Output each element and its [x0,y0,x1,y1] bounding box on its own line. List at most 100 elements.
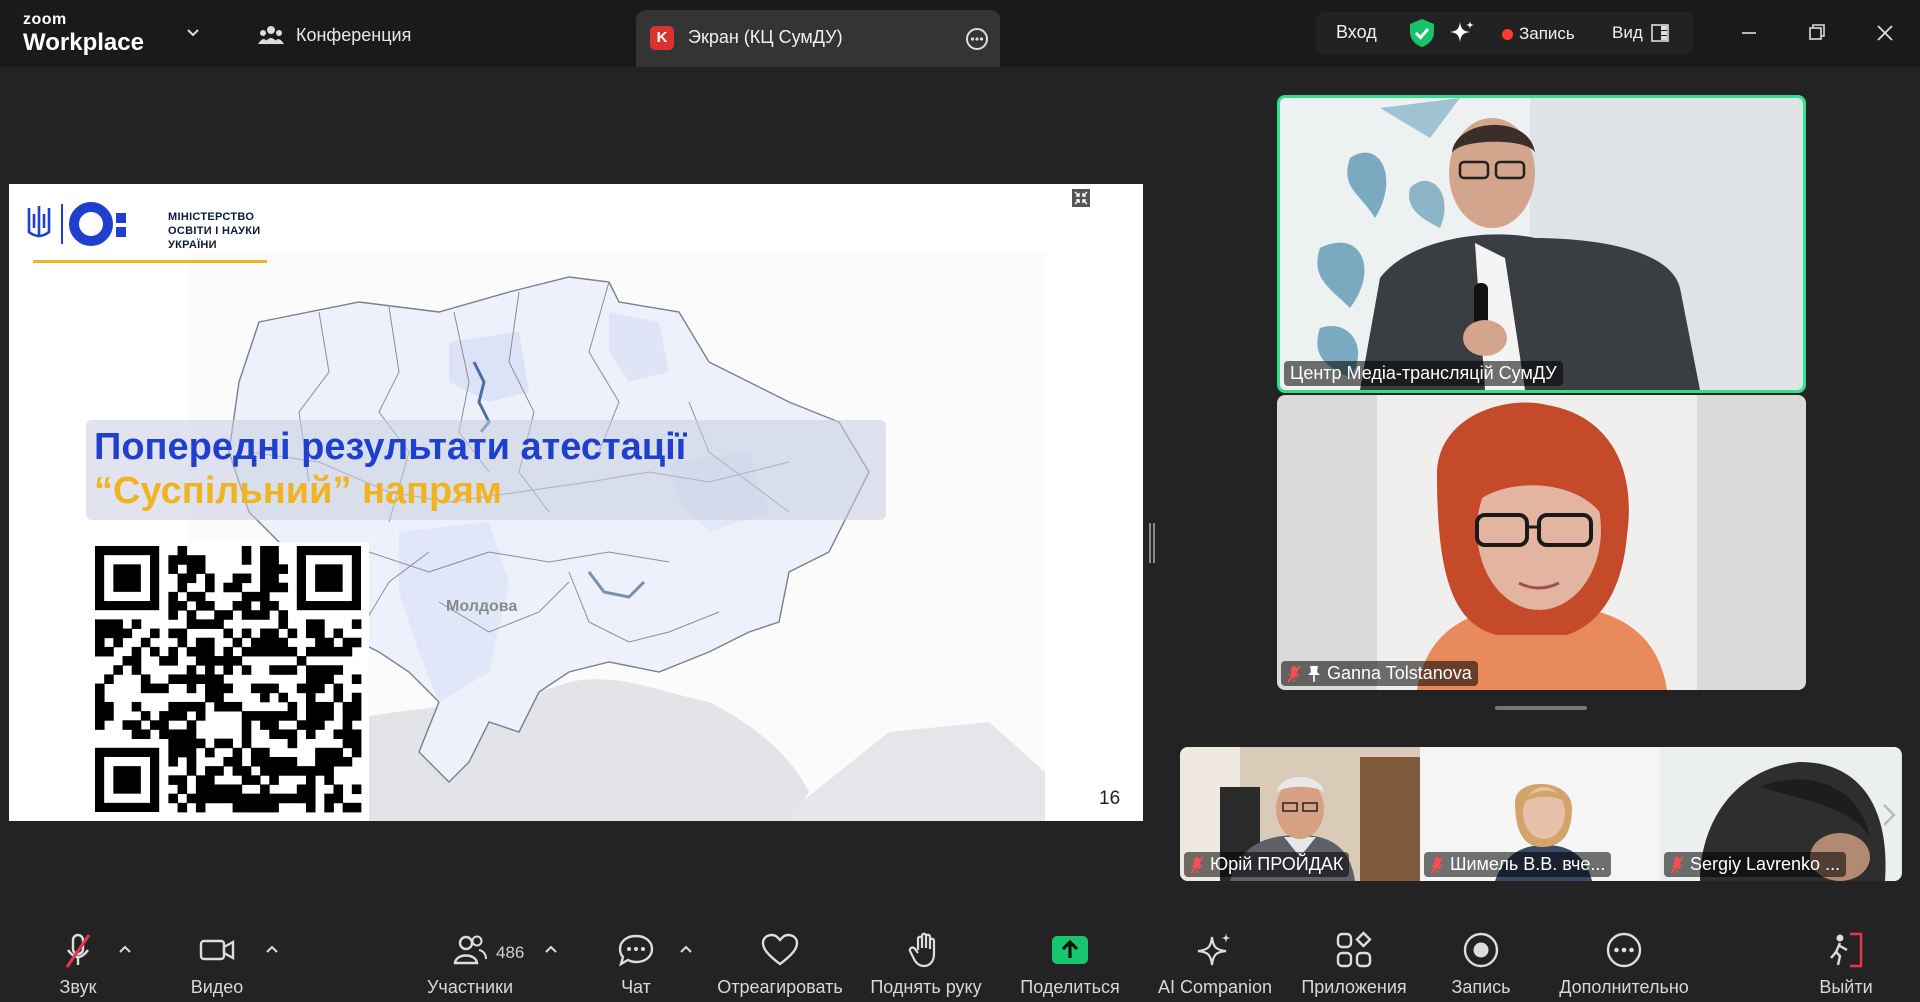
more-options-icon[interactable] [965,27,989,51]
mic-muted-icon [65,933,91,968]
mic-muted-icon [1287,664,1301,683]
tab-screen-share[interactable]: K Экран (КЦ СумДУ) [636,10,1000,67]
strip-tile-3[interactable]: Sergiy Lavrenko ... [1660,747,1900,881]
tab-conference[interactable]: Конференция [258,22,411,48]
participant-name-main: Центр Медіа-трансляцій СумДУ [1284,361,1563,386]
tab-conference-label: Конференция [296,24,412,45]
slide-page-number: 16 [1099,788,1121,809]
pin-icon [1308,665,1320,682]
participant-strip: Юрій ПРОЙДАК Шимель В.В. вче... Sergiy L… [1180,747,1902,881]
video-label: Видео [190,977,244,997]
participants-count: 486 [496,943,525,962]
hand-icon [908,932,936,968]
gallery-scroll-indicator[interactable] [1495,706,1587,710]
chat-bubble-icon [618,934,654,967]
video-options-caret-icon[interactable] [264,942,280,958]
slide-subtitle: “Суспільний” напрям [94,470,503,512]
ai-sparkle-icon[interactable] [1448,19,1476,47]
brand-workplace: Workplace [23,29,144,56]
chat-options-caret-icon[interactable] [678,942,694,958]
strip-name-2: Шимель В.В. вче... [1424,852,1612,877]
chevron-down-icon[interactable] [184,24,202,42]
mic-muted-icon [1670,855,1684,874]
login-button[interactable]: Вход [1336,22,1377,43]
user-badge: K [650,26,674,50]
view-button[interactable]: Вид [1612,23,1669,43]
video-button[interactable]: Видео [147,930,287,998]
apps-icon [1336,931,1372,968]
strip-tile-1[interactable]: Юрій ПРОЙДАК [1180,747,1420,881]
react-button[interactable]: Отреагировать [710,930,850,998]
ai-companion-label: AI Companion [1157,977,1273,997]
ministry-logo: МІНІСТЕРСТВО ОСВІТИ І НАУКИ УКРАЇНИ [21,196,267,263]
strip-name-1: Юрій ПРОЙДАК [1184,852,1350,877]
chat-label: Чат [621,977,651,997]
share-label: Поделиться [1020,977,1120,997]
apps-button[interactable]: Приложения [1284,930,1424,998]
strip-name-3: Sergiy Lavrenko ... [1664,852,1847,877]
shield-check-icon[interactable] [1408,18,1436,48]
record-icon [1463,932,1499,968]
more-label: Дополнительно [1559,977,1689,997]
qr-code-image [95,546,362,813]
participant-video [1277,395,1806,690]
close-icon[interactable] [1870,18,1900,48]
leave-button[interactable]: Выйти [1776,930,1916,998]
participant-name-second: Ganna Tolstanova [1281,661,1478,686]
layout-grid-icon [1650,24,1669,42]
logo-underline [33,260,267,263]
audio-options-caret-icon[interactable] [117,942,133,958]
qr-code [91,542,369,821]
video-tile-participant[interactable]: Ganna Tolstanova [1277,395,1806,690]
ministry-name: МІНІСТЕРСТВО ОСВІТИ І НАУКИ УКРАЇНИ [168,210,260,252]
exit-fullscreen-icon[interactable] [1071,188,1091,208]
shared-screen-slide: МІНІСТЕРСТВО ОСВІТИ І НАУКИ УКРАЇНИ Попе… [9,184,1143,821]
mic-muted-icon [1190,855,1204,874]
record-label: Запись [1451,977,1511,997]
record-button[interactable]: Запись [1411,930,1551,998]
zoom-workplace-logo: zoom Workplace [23,12,144,55]
raise-hand-label: Поднять руку [870,977,982,997]
leave-label: Выйти [1819,977,1873,997]
meeting-controls-pill: Вход Запись Вид [1316,12,1693,54]
react-label: Отреагировать [717,977,843,997]
audio-label: Звук [59,977,97,997]
strip-name-2-label: Шимель В.В. вче... [1450,854,1606,874]
minimize-icon[interactable] [1734,18,1764,48]
video-tile-active-speaker[interactable]: Центр Медіа-трансляцій СумДУ [1277,95,1806,393]
participants-icon [453,935,487,965]
raise-hand-button[interactable]: Поднять руку [856,930,996,998]
speaker-video [1280,98,1803,390]
trident-emblem-icon [27,202,126,246]
brand-zoom: zoom [23,11,67,28]
apps-label: Приложения [1301,977,1407,997]
view-label: Вид [1612,23,1643,42]
title-bar: zoom Workplace Конференция K Экран (КЦ С… [0,0,1920,67]
mic-muted-icon [1430,855,1444,874]
strip-tile-2[interactable]: Шимель В.В. вче... [1420,747,1660,881]
slide-title: Попередні результати атестації [94,426,687,468]
record-dot-icon [1502,28,1513,40]
audio-button[interactable]: Звук [8,930,148,998]
participants-button[interactable]: Участники [400,930,540,998]
ai-companion-button[interactable]: AI Companion [1145,930,1285,998]
strip-name-3-label: Sergiy Lavrenko ... [1690,854,1841,874]
heart-icon [761,933,799,966]
chat-button[interactable]: Чат [566,930,706,998]
tab-screen-label: Экран (КЦ СумДУ) [688,27,843,47]
meeting-toolbar: Звук Видео Участники 486 Чат Отреагирова… [0,920,1920,1002]
recording-label: Запись [1519,24,1575,43]
video-camera-icon [199,939,235,961]
recording-indicator[interactable]: Запись [1502,24,1575,44]
resize-handle[interactable] [1149,523,1155,563]
leave-door-icon [1830,932,1863,968]
ministry-line-1: МІНІСТЕРСТВО [168,211,255,223]
people-icon [258,26,284,44]
participants-options-caret-icon[interactable] [543,942,559,958]
restore-icon[interactable] [1802,18,1832,48]
map-label-moldova: Молдова [446,598,518,615]
ministry-line-3: УКРАЇНИ [168,239,217,251]
chevron-right-icon[interactable] [1877,797,1901,833]
more-button[interactable]: Дополнительно [1554,930,1694,998]
share-button[interactable]: Поделиться [1000,930,1140,998]
